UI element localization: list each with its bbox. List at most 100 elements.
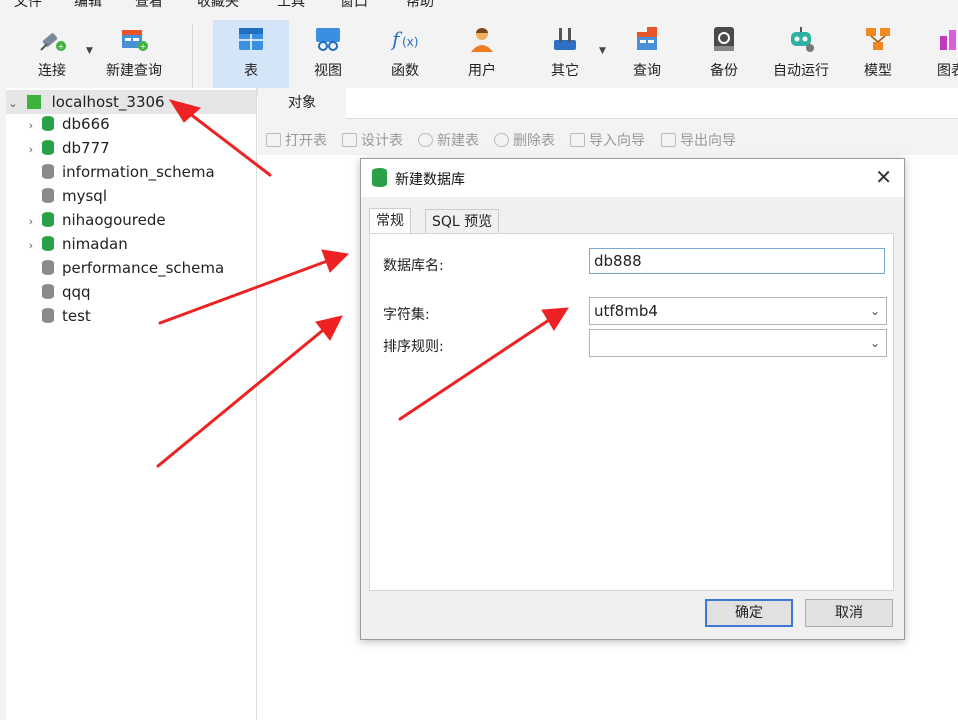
ok-button[interactable]: 确定 bbox=[705, 599, 793, 627]
left-edge-strip bbox=[0, 88, 6, 720]
general-panel: 数据库名: 字符集: utf8mb4 ⌄ 排序规则: ⌄ bbox=[369, 233, 894, 591]
collation-label: 排序规则: bbox=[383, 339, 444, 355]
database-label: db777 bbox=[62, 139, 110, 157]
other-dropdown-icon[interactable]: ▼ bbox=[599, 46, 606, 56]
connection-label: localhost_3306 bbox=[51, 93, 165, 111]
database-label: mysql bbox=[62, 187, 107, 205]
tree-db-item[interactable]: › nimadan bbox=[24, 232, 128, 256]
dialog-title-bar: 新建数据库 ✕ bbox=[361, 159, 904, 197]
import-wizard-button[interactable]: 导入向导 bbox=[570, 130, 645, 150]
plug-icon: + bbox=[37, 24, 67, 54]
database-icon bbox=[42, 212, 54, 227]
tree-db-item[interactable]: qqq bbox=[24, 280, 91, 304]
chart-icon bbox=[937, 24, 958, 54]
function-button[interactable]: f (x) 函数 bbox=[367, 20, 443, 88]
database-icon bbox=[42, 260, 54, 275]
connect-button[interactable]: + 连接 bbox=[14, 20, 90, 88]
table-button[interactable]: 表 bbox=[213, 20, 289, 95]
cancel-button[interactable]: 取消 bbox=[805, 599, 893, 627]
chevron-right-icon[interactable]: › bbox=[24, 210, 38, 234]
tab-objects[interactable]: 对象 bbox=[258, 88, 346, 118]
chevron-down-icon[interactable]: ⌄ bbox=[6, 92, 20, 116]
menu-file[interactable]: 文件 bbox=[14, 0, 42, 10]
svg-text:+: + bbox=[58, 42, 65, 51]
tree-db-item[interactable]: information_schema bbox=[24, 160, 215, 184]
database-icon bbox=[372, 168, 387, 187]
model-button[interactable]: 模型 bbox=[840, 20, 916, 88]
user-button[interactable]: 用户 bbox=[444, 20, 520, 88]
tree-db-item[interactable]: mysql bbox=[24, 184, 107, 208]
new-query-icon: + bbox=[119, 24, 149, 54]
auto-run-button[interactable]: 自动运行 bbox=[763, 20, 839, 88]
view-icon bbox=[313, 24, 343, 54]
design-table-button[interactable]: 设计表 bbox=[342, 130, 403, 150]
tab-general[interactable]: 常规 bbox=[369, 208, 411, 234]
tab-sql-preview[interactable]: SQL 预览 bbox=[425, 209, 500, 234]
database-icon bbox=[42, 188, 54, 203]
new-database-dialog: 新建数据库 ✕ 常规 SQL 预览 数据库名: 字符集: utf8mb4 ⌄ 排… bbox=[360, 158, 905, 640]
database-icon bbox=[42, 284, 54, 299]
db-name-input[interactable] bbox=[589, 248, 885, 274]
chevron-right-icon[interactable]: › bbox=[24, 114, 38, 138]
database-icon bbox=[42, 116, 54, 131]
tree-db-item[interactable]: performance_schema bbox=[24, 256, 224, 280]
menu-edit[interactable]: 编辑 bbox=[74, 0, 102, 10]
connection-icon bbox=[26, 94, 41, 109]
database-icon bbox=[42, 236, 54, 251]
other-button[interactable]: 其它 bbox=[527, 20, 603, 88]
export-icon bbox=[661, 133, 676, 147]
folder-icon bbox=[266, 133, 281, 147]
charset-select[interactable]: utf8mb4 ⌄ bbox=[589, 297, 887, 325]
menu-tools[interactable]: 工具 bbox=[277, 0, 305, 10]
backup-icon bbox=[709, 24, 739, 54]
database-label: performance_schema bbox=[62, 259, 225, 277]
open-table-button[interactable]: 打开表 bbox=[266, 130, 327, 150]
database-label: nihaogourede bbox=[62, 211, 166, 229]
plus-circle-icon bbox=[418, 133, 433, 147]
query-button[interactable]: 查询 bbox=[609, 20, 685, 88]
database-icon bbox=[42, 164, 54, 179]
charset-label: 字符集: bbox=[383, 307, 430, 323]
svg-text:+: + bbox=[140, 42, 147, 51]
new-table-button[interactable]: 新建表 bbox=[418, 130, 479, 150]
minus-circle-icon bbox=[494, 133, 509, 147]
main-toolbar: + 连接 ▼ + 新建查询 表 视图 f (x) 函数 用户 其它 ▼ 查询 备… bbox=[0, 10, 958, 95]
database-icon bbox=[42, 140, 54, 155]
menu-bar: 文件 编辑 查看 收藏夹 工具 窗口 帮助 bbox=[0, 0, 958, 10]
menu-window[interactable]: 窗口 bbox=[340, 0, 368, 10]
chevron-down-icon: ⌄ bbox=[869, 304, 880, 318]
query-icon bbox=[632, 24, 662, 54]
chart-button[interactable]: 图表 bbox=[917, 20, 958, 88]
close-icon[interactable]: ✕ bbox=[875, 165, 892, 189]
chevron-right-icon[interactable]: › bbox=[24, 138, 38, 162]
dialog-title: 新建数据库 bbox=[395, 172, 465, 188]
tree-db-item[interactable]: › db777 bbox=[24, 136, 110, 160]
tree-db-item[interactable]: test bbox=[24, 304, 91, 328]
collation-select[interactable]: ⌄ bbox=[589, 329, 887, 357]
database-label: db666 bbox=[62, 115, 110, 133]
db-name-label: 数据库名: bbox=[383, 258, 444, 274]
menu-help[interactable]: 帮助 bbox=[406, 0, 434, 10]
chevron-right-icon[interactable]: › bbox=[24, 234, 38, 258]
connect-dropdown-icon[interactable]: ▼ bbox=[86, 46, 93, 56]
database-label: test bbox=[62, 307, 91, 325]
tree-db-item[interactable]: › nihaogourede bbox=[24, 208, 166, 232]
import-icon bbox=[570, 133, 585, 147]
database-label: information_schema bbox=[62, 163, 215, 181]
charset-value: utf8mb4 bbox=[594, 302, 658, 320]
tree-db-item[interactable]: › db666 bbox=[24, 112, 110, 136]
database-label: qqq bbox=[62, 283, 91, 301]
view-button[interactable]: 视图 bbox=[290, 20, 366, 88]
export-wizard-button[interactable]: 导出向导 bbox=[661, 130, 736, 150]
model-icon bbox=[863, 24, 893, 54]
tree-connection-localhost[interactable]: ⌄ localhost_3306 bbox=[6, 90, 256, 114]
svg-text:(x): (x) bbox=[402, 35, 418, 49]
menu-favorites[interactable]: 收藏夹 bbox=[197, 0, 239, 10]
function-icon: f (x) bbox=[390, 24, 420, 54]
backup-button[interactable]: 备份 bbox=[686, 20, 762, 88]
table-icon bbox=[236, 24, 266, 54]
delete-table-button[interactable]: 删除表 bbox=[494, 130, 555, 150]
menu-view[interactable]: 查看 bbox=[135, 0, 163, 10]
new-query-button[interactable]: + 新建查询 bbox=[96, 20, 172, 88]
database-icon bbox=[42, 308, 54, 323]
